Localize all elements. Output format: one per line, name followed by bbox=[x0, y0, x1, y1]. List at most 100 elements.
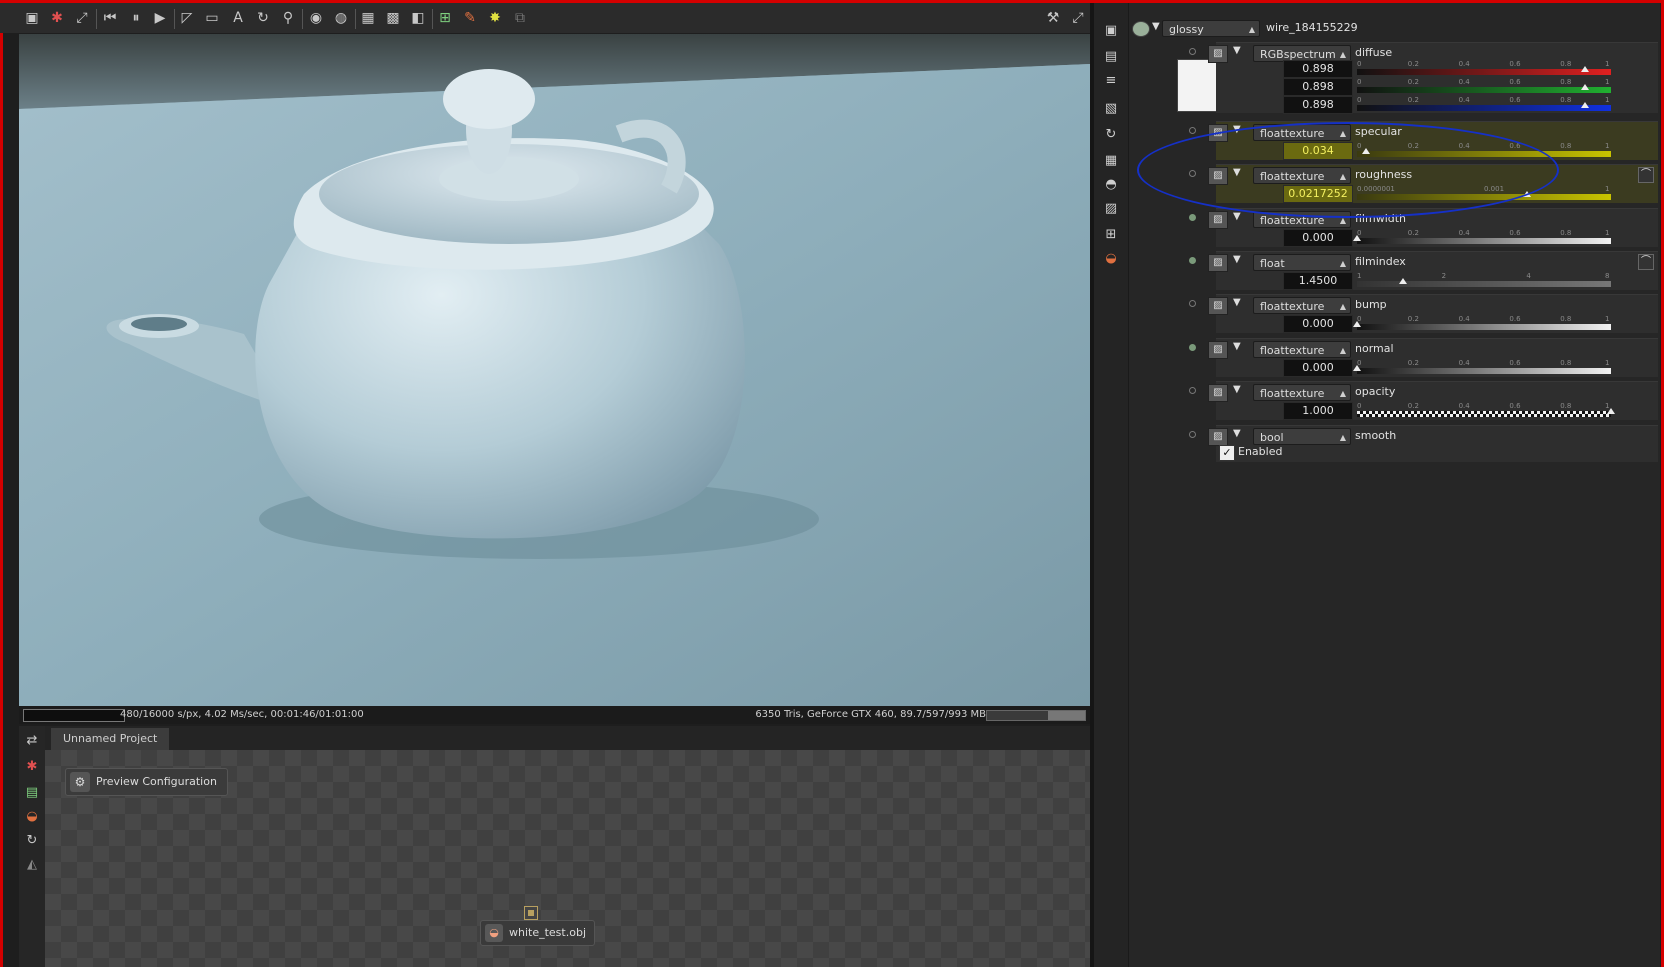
display-icon[interactable]: ▭ bbox=[202, 8, 222, 28]
picture-icon[interactable]: ▨ bbox=[1101, 199, 1121, 219]
param-slider[interactable]: 0 0.2 0.4 0.6 0.8 1 bbox=[1357, 60, 1611, 75]
param-type-dropdown[interactable]: floattexture ▲ bbox=[1253, 341, 1351, 358]
param-texture-icon[interactable]: ▨ bbox=[1208, 428, 1228, 446]
param-type-dropdown[interactable]: floattexture ▲ bbox=[1253, 384, 1351, 401]
collapse-triangle-icon[interactable]: ▼ bbox=[1233, 384, 1241, 395]
param-slider[interactable]: 0 0.2 0.4 0.6 0.8 1 bbox=[1353, 359, 1611, 374]
slider-handle[interactable] bbox=[1353, 235, 1361, 241]
collapse-triangle-icon[interactable]: ▼ bbox=[1233, 341, 1241, 352]
param-value-field[interactable]: 0.000 bbox=[1283, 359, 1353, 377]
param-texture-icon[interactable]: ▨ bbox=[1208, 297, 1228, 315]
sync-icon[interactable]: ⇄ bbox=[23, 732, 41, 750]
param-value-field[interactable]: 1.000 bbox=[1283, 402, 1353, 420]
param-value-field[interactable]: 0.000 bbox=[1283, 229, 1353, 247]
sphere-icon[interactable]: ◉ bbox=[306, 8, 326, 28]
camera-settings-icon[interactable]: ▣ bbox=[1101, 21, 1121, 41]
param-type-dropdown[interactable]: floattexture ▲ bbox=[1253, 297, 1351, 314]
material-pick-icon[interactable]: ✎ bbox=[460, 8, 480, 28]
pause-icon[interactable]: ⏸ bbox=[126, 8, 146, 28]
connection-dot[interactable] bbox=[1189, 300, 1196, 307]
transform-icon[interactable]: ↻ bbox=[1101, 125, 1121, 145]
connection-dot[interactable] bbox=[1189, 431, 1196, 438]
clear-icon[interactable]: ✱ bbox=[23, 758, 41, 776]
param-slider[interactable]: 0 0.2 0.4 0.6 0.8 1 bbox=[1357, 402, 1615, 417]
sphere-alt-icon[interactable]: ◍ bbox=[331, 8, 351, 28]
param-slider[interactable]: 1 2 4 8 bbox=[1357, 272, 1611, 287]
graph-icon[interactable]: ◭ bbox=[23, 856, 41, 874]
param-value-field[interactable]: 1.4500 bbox=[1283, 272, 1353, 290]
curve-icon[interactable]: ⌒ bbox=[1638, 254, 1654, 270]
slider-handle[interactable] bbox=[1581, 102, 1590, 108]
param-slider[interactable]: 0 0.2 0.4 0.6 0.8 1 bbox=[1353, 229, 1611, 244]
param-slider[interactable]: 0 0.2 0.4 0.6 0.8 1 bbox=[1357, 96, 1611, 111]
clear-icon[interactable]: ✱ bbox=[47, 8, 67, 28]
diffuse-color-swatch[interactable] bbox=[1177, 59, 1218, 112]
collapse-triangle-icon[interactable]: ▼ bbox=[1233, 211, 1241, 222]
slider-handle[interactable] bbox=[1353, 365, 1361, 371]
material-type-dropdown[interactable]: glossy ▲ bbox=[1162, 20, 1260, 37]
material-icon[interactable]: ◒ bbox=[1101, 249, 1121, 269]
slider-handle[interactable] bbox=[1398, 278, 1407, 284]
param-value-field[interactable]: 0.898 bbox=[1283, 78, 1353, 96]
collapse-triangle-icon[interactable]: ▼ bbox=[1233, 428, 1241, 439]
collapse-triangle-icon[interactable]: ▼ bbox=[1233, 254, 1241, 265]
rewind-icon[interactable]: ⏮ bbox=[100, 8, 120, 28]
checker-icon[interactable]: ▩ bbox=[383, 8, 403, 28]
light-pick-icon[interactable]: ✸ bbox=[485, 8, 505, 28]
pick-focus-icon[interactable]: ⊞ bbox=[435, 8, 455, 28]
param-slider[interactable]: 0 0.2 0.4 0.6 0.8 1 bbox=[1357, 78, 1611, 93]
lock-icon[interactable]: ⚲ bbox=[278, 8, 298, 28]
export-icon[interactable]: ⧉ bbox=[510, 8, 530, 28]
image-icon[interactable]: ▧ bbox=[1101, 99, 1121, 119]
connection-dot[interactable] bbox=[1189, 257, 1196, 264]
param-texture-icon[interactable]: ▨ bbox=[1208, 254, 1228, 272]
collapse-triangle-icon[interactable]: ▼ bbox=[1233, 297, 1241, 308]
wrench-icon[interactable]: ⚒ bbox=[1043, 8, 1063, 28]
grid-icon[interactable]: ▦ bbox=[358, 8, 378, 28]
mesh-node[interactable]: ◒ white_test.obj bbox=[480, 920, 595, 946]
rotate-icon[interactable]: ↻ bbox=[253, 8, 273, 28]
connection-dot[interactable] bbox=[1189, 214, 1196, 221]
slider-handle[interactable] bbox=[1581, 66, 1590, 72]
texture-icon[interactable]: ▦ bbox=[1101, 151, 1121, 171]
curve-icon[interactable]: ⌒ bbox=[1638, 167, 1654, 183]
param-texture-icon[interactable]: ▨ bbox=[1208, 384, 1228, 402]
param-type-dropdown[interactable]: bool ▲ bbox=[1253, 428, 1351, 445]
layers-icon[interactable]: ▤ bbox=[1101, 47, 1121, 67]
connection-dot[interactable] bbox=[1189, 387, 1196, 394]
connection-dot[interactable] bbox=[1189, 127, 1196, 134]
text-icon[interactable]: A bbox=[228, 8, 248, 28]
param-texture-icon[interactable]: ▨ bbox=[1208, 341, 1228, 359]
node-input-pin[interactable] bbox=[524, 906, 538, 920]
pick-icon[interactable]: ◸ bbox=[177, 8, 197, 28]
refresh-icon[interactable]: ↻ bbox=[23, 832, 41, 850]
slider-handle[interactable] bbox=[1353, 321, 1361, 327]
smooth-checkbox[interactable]: ✓ bbox=[1219, 445, 1235, 461]
param-texture-icon[interactable]: ▨ bbox=[1208, 211, 1228, 229]
fit-icon[interactable]: ⤢ bbox=[72, 8, 92, 28]
param-value-field[interactable]: 0.898 bbox=[1283, 96, 1353, 114]
render-viewport[interactable] bbox=[19, 34, 1090, 709]
collapse-triangle-icon[interactable]: ▼ bbox=[1152, 21, 1160, 32]
tiles-icon[interactable]: ◧ bbox=[408, 8, 428, 28]
play-icon[interactable]: ▶ bbox=[150, 8, 170, 28]
save-icon[interactable]: ▤ bbox=[23, 784, 41, 802]
environment-icon[interactable]: ◓ bbox=[1101, 175, 1121, 195]
slider-handle[interactable] bbox=[1607, 408, 1615, 414]
graph-icon[interactable]: ⊞ bbox=[1101, 225, 1121, 245]
fullscreen-icon[interactable]: ⤢ bbox=[1068, 8, 1088, 28]
param-value-field[interactable]: 0.000 bbox=[1283, 315, 1353, 333]
connection-dot[interactable] bbox=[1189, 344, 1196, 351]
param-value-field[interactable]: 0.898 bbox=[1283, 60, 1353, 78]
connection-dot[interactable] bbox=[1189, 48, 1196, 55]
slider-handle[interactable] bbox=[1581, 84, 1590, 90]
collapse-triangle-icon[interactable]: ▼ bbox=[1233, 45, 1241, 56]
camera-icon[interactable]: ▣ bbox=[22, 8, 42, 28]
list-icon[interactable]: ≡ bbox=[1101, 71, 1121, 91]
material-sphere-icon[interactable] bbox=[1132, 21, 1150, 37]
param-type-dropdown[interactable]: float ▲ bbox=[1253, 254, 1351, 271]
preview-configuration-node[interactable]: ⚙ Preview Configuration bbox=[65, 768, 228, 796]
material-icon[interactable]: ◒ bbox=[23, 808, 41, 826]
param-slider[interactable]: 0 0.2 0.4 0.6 0.8 1 bbox=[1353, 315, 1611, 330]
tab-unnamed-project[interactable]: Unnamed Project bbox=[51, 728, 170, 750]
